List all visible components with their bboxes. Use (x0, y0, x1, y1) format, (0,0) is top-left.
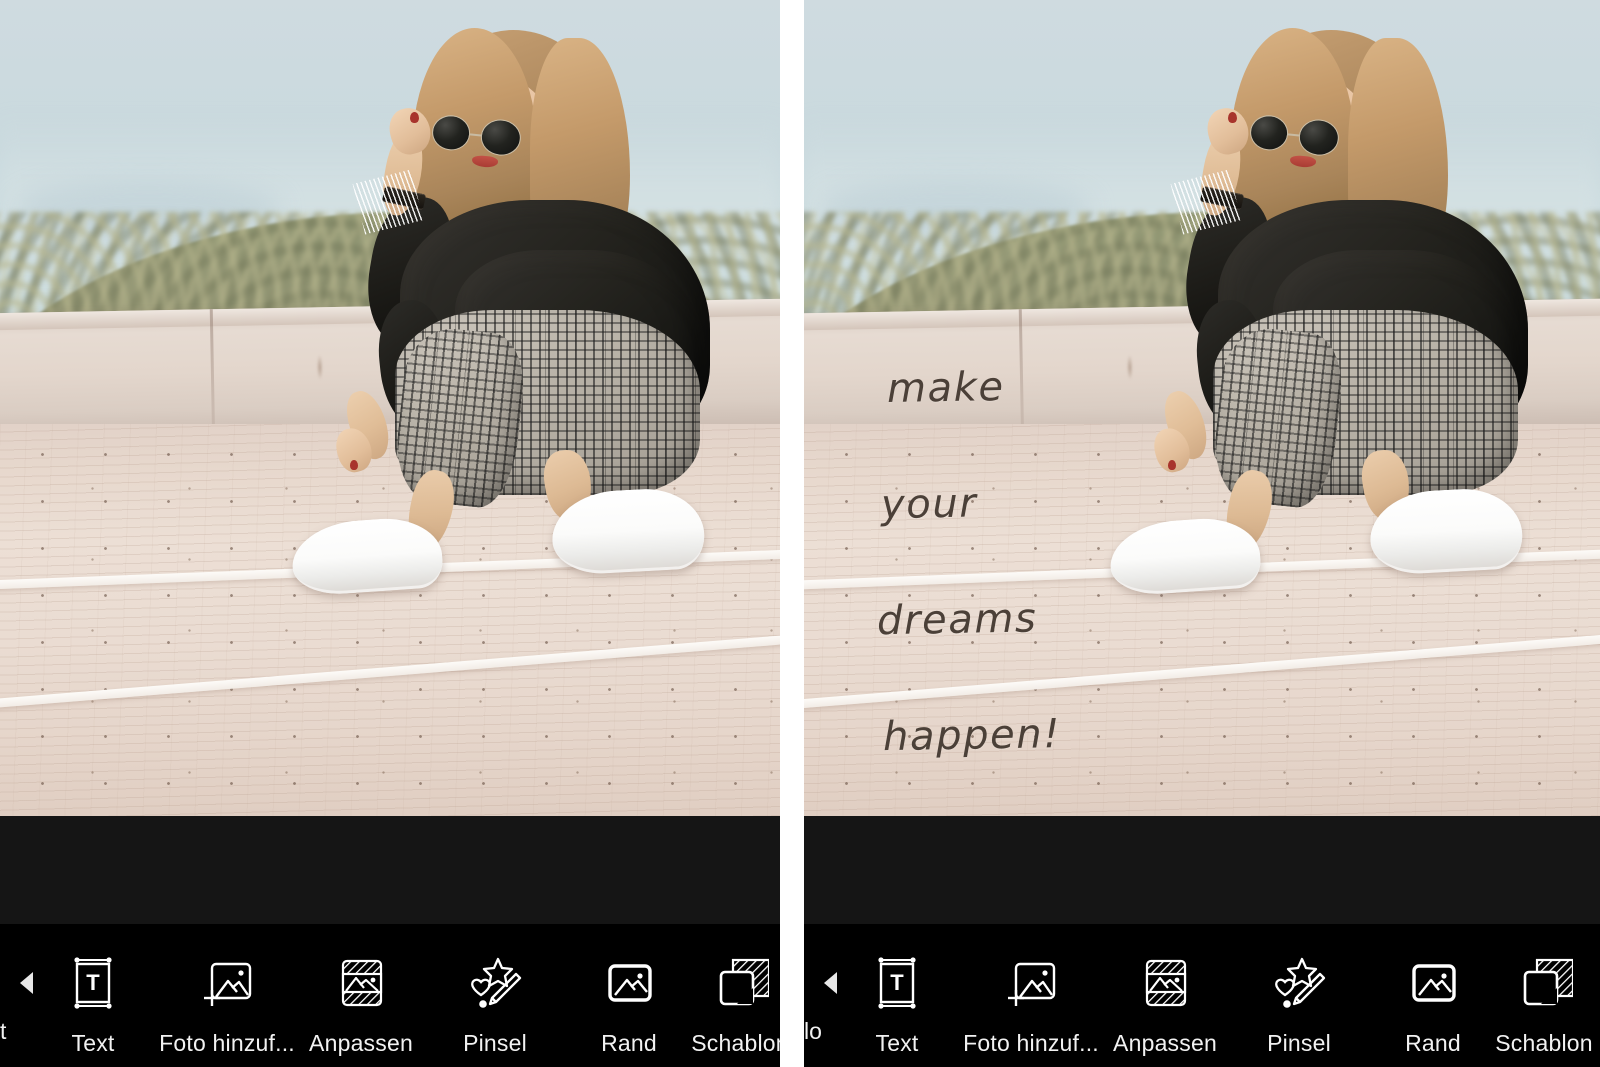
brush-icon (466, 952, 524, 1014)
svg-text:T: T (890, 970, 904, 995)
tool-label: Text (71, 1030, 115, 1056)
brush-icon (1270, 952, 1328, 1014)
adjust-icon (332, 952, 390, 1014)
adjust-icon (1136, 952, 1194, 1014)
tool-strip-after: T Text Foto hinzuf... Anpassen Pinsel Ra… (804, 934, 1593, 1057)
tool-template[interactable]: Schablon (691, 934, 780, 1057)
tool-border[interactable]: Rand (562, 934, 696, 1057)
tool-strip-before: T Text Foto hinzuf... Anpassen Pinsel Ra… (0, 934, 780, 1057)
clipped-tool-label-left: lo (804, 1018, 822, 1044)
tool-template[interactable]: Schablon (1495, 934, 1593, 1057)
tool-label: Foto hinzuf... (963, 1030, 1099, 1056)
svg-text:T: T (86, 970, 100, 995)
tool-label: Anpassen (1113, 1030, 1217, 1056)
tool-text[interactable]: T Text (830, 934, 964, 1057)
tool-label: Rand (1405, 1030, 1461, 1056)
template-icon (1515, 952, 1573, 1014)
toolbar-after: lo T Text Foto hinzuf... Anpassen Pinsel… (804, 924, 1600, 1067)
tool-label: Schablon (691, 1030, 780, 1056)
tool-text[interactable]: T Text (26, 934, 160, 1057)
toolbar-before: t T Text Foto hinzuf... Anpassen Pinsel … (0, 924, 780, 1067)
border-icon (600, 952, 658, 1014)
tool-label: Rand (601, 1030, 657, 1056)
photo-canvas-after[interactable]: make your dreams happen! (804, 0, 1600, 816)
editor-backdrop-after (804, 816, 1600, 924)
tool-add-photo[interactable]: Foto hinzuf... (159, 934, 295, 1057)
tool-border[interactable]: Rand (1366, 934, 1500, 1057)
template-icon (711, 952, 769, 1014)
clipped-tool-label-left: t (0, 1018, 7, 1044)
tool-adjust[interactable]: Anpassen (1098, 934, 1232, 1057)
before-panel: t T Text Foto hinzuf... Anpassen Pinsel … (0, 0, 780, 1067)
tool-add-photo[interactable]: Foto hinzuf... (963, 934, 1099, 1057)
add-photo-icon (1002, 952, 1060, 1014)
panel-divider (780, 0, 804, 1067)
text-box-icon: T (868, 952, 926, 1014)
tool-label: Text (875, 1030, 919, 1056)
chevron-left-icon[interactable] (20, 972, 33, 994)
chevron-left-icon[interactable] (824, 972, 837, 994)
add-photo-icon (198, 952, 256, 1014)
tool-label: Anpassen (309, 1030, 413, 1056)
tool-label: Schablon (1495, 1030, 1593, 1056)
before-after-comparison: t T Text Foto hinzuf... Anpassen Pinsel … (0, 0, 1600, 1067)
tool-brush[interactable]: Pinsel (428, 934, 562, 1057)
editor-backdrop-before (0, 816, 780, 924)
tool-adjust[interactable]: Anpassen (294, 934, 428, 1057)
tool-label: Pinsel (1267, 1030, 1331, 1056)
border-icon (1404, 952, 1462, 1014)
tool-brush[interactable]: Pinsel (1232, 934, 1366, 1057)
after-panel: make your dreams happen! lo T Text Foto … (804, 0, 1600, 1067)
tool-label: Foto hinzuf... (159, 1030, 295, 1056)
photo-canvas-before[interactable] (0, 0, 780, 816)
text-box-icon: T (64, 952, 122, 1014)
tool-label: Pinsel (463, 1030, 527, 1056)
